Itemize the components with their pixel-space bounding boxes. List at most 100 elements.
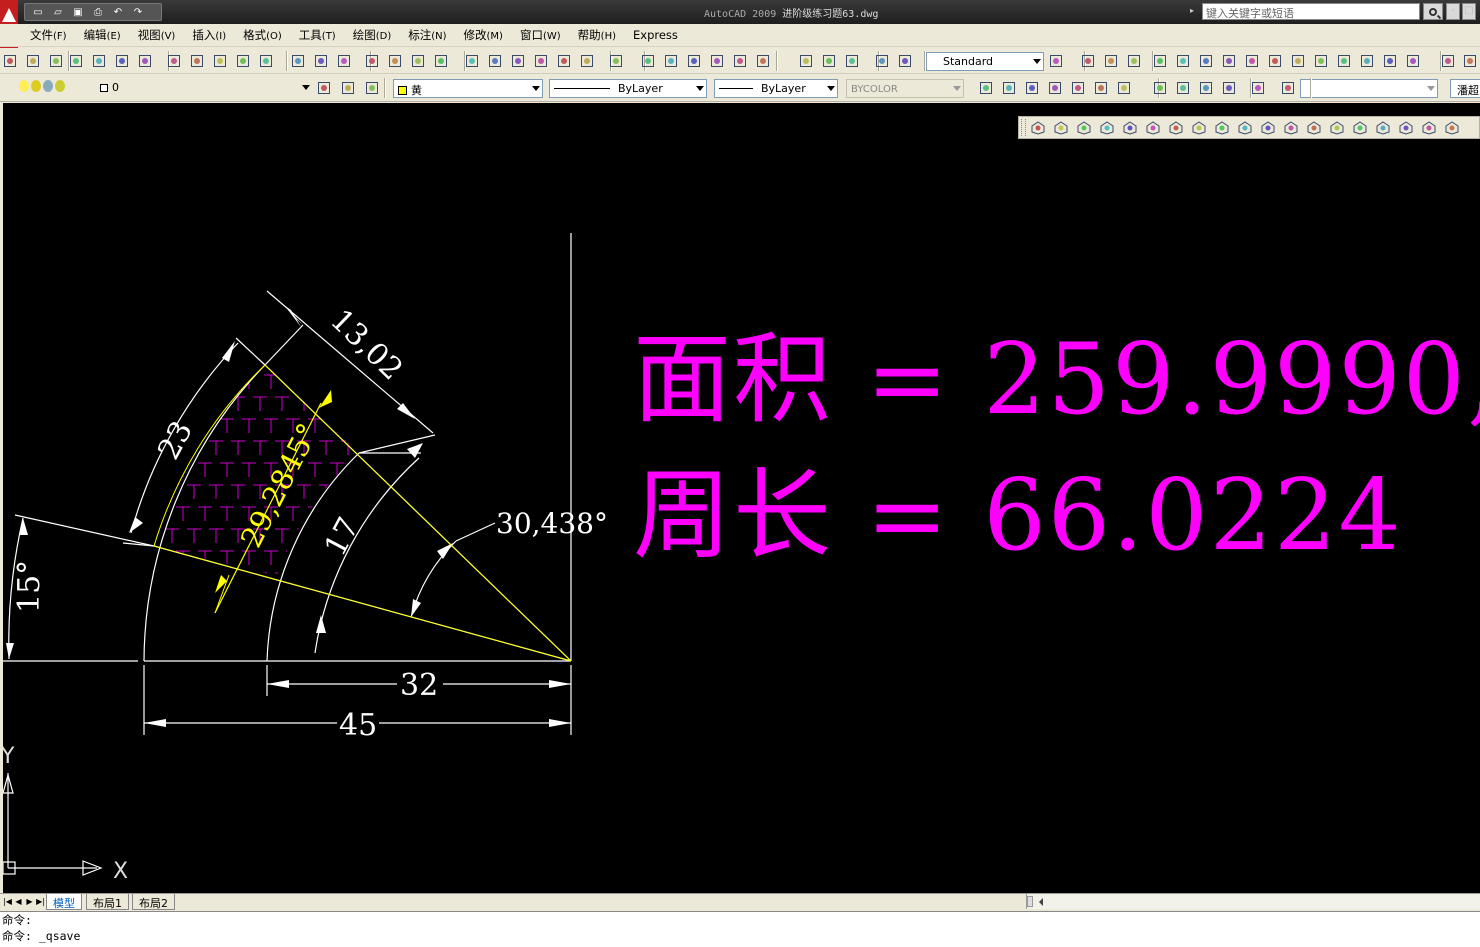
- tab-layout1[interactable]: 布局1: [86, 894, 129, 910]
- wedge-icon[interactable]: [1053, 120, 1069, 136]
- view-icon[interactable]: [1024, 80, 1040, 96]
- menu-help[interactable]: 帮助(H): [578, 27, 616, 43]
- new-file-icon[interactable]: ▭: [29, 5, 47, 19]
- tab-first-icon[interactable]: |◀: [2, 896, 13, 908]
- match-icon[interactable]: [709, 53, 725, 69]
- subtract-icon[interactable]: [1352, 120, 1368, 136]
- design-center-icon[interactable]: [410, 53, 426, 69]
- properties-icon[interactable]: [387, 53, 403, 69]
- redo-icon[interactable]: [1382, 53, 1398, 69]
- plot-icon[interactable]: [68, 53, 84, 69]
- drawing-canvas[interactable]: 13,02 23 17 30,438° 15° 32 45 Y X 29,284…: [3, 103, 1480, 893]
- save-icon[interactable]: [533, 53, 549, 69]
- render-icon[interactable]: [1001, 80, 1017, 96]
- helix-icon[interactable]: [1191, 120, 1207, 136]
- zoom-icon[interactable]: [821, 53, 837, 69]
- menu-file[interactable]: 文件(F): [30, 27, 67, 43]
- new-icon[interactable]: [487, 53, 503, 69]
- intersect-icon[interactable]: [1375, 120, 1391, 136]
- undo-icon[interactable]: [732, 53, 748, 69]
- copy-icon[interactable]: [166, 53, 182, 69]
- shade-icon[interactable]: [978, 80, 994, 96]
- layer-manager-icon[interactable]: [1152, 80, 1168, 96]
- lock-icon[interactable]: [43, 80, 53, 92]
- planar-icon[interactable]: [1214, 120, 1230, 136]
- search-button[interactable]: [1423, 3, 1443, 20]
- redo-icon[interactable]: ↷: [129, 5, 147, 19]
- scroll-left-icon[interactable]: [1039, 898, 1043, 906]
- tool-palette-icon[interactable]: [433, 53, 449, 69]
- box-icon[interactable]: [1030, 120, 1046, 136]
- orbit3d-icon[interactable]: [1398, 120, 1414, 136]
- save-icon[interactable]: [1175, 53, 1191, 69]
- sphere-icon[interactable]: [1099, 120, 1115, 136]
- undo-icon[interactable]: [1359, 53, 1375, 69]
- paste-icon[interactable]: [189, 53, 205, 69]
- cylinder-icon[interactable]: [1122, 120, 1138, 136]
- camera-icon[interactable]: [1070, 80, 1086, 96]
- view-select[interactable]: [1300, 79, 1438, 98]
- cone-icon[interactable]: [1076, 120, 1092, 136]
- paste-icon[interactable]: [1313, 53, 1329, 69]
- design-center-icon[interactable]: [1048, 53, 1064, 69]
- help-search-input[interactable]: 键入关键字或短语: [1202, 3, 1420, 20]
- plot-icon[interactable]: [556, 53, 572, 69]
- redo-icon[interactable]: [755, 53, 771, 69]
- tab-model[interactable]: 模型: [46, 894, 82, 910]
- zoom-window-icon[interactable]: [844, 53, 860, 69]
- menu-window[interactable]: 窗口(W): [520, 27, 561, 43]
- layer-states-icon[interactable]: [364, 80, 380, 96]
- scroll-thumb[interactable]: [1027, 896, 1033, 907]
- layer-manager-icon[interactable]: [316, 80, 332, 96]
- revolve-icon[interactable]: [1283, 120, 1299, 136]
- tab-last-icon[interactable]: ▶|: [35, 896, 46, 908]
- lineweight-select[interactable]: ByLayer: [714, 79, 838, 98]
- save-icon[interactable]: [48, 53, 64, 69]
- linetype-select[interactable]: ByLayer: [549, 79, 707, 98]
- preview-icon[interactable]: [1221, 53, 1237, 69]
- render-icon[interactable]: [1250, 80, 1266, 96]
- tab-prev-icon[interactable]: ◀: [13, 896, 24, 908]
- walk-icon[interactable]: [1093, 80, 1109, 96]
- print-icon[interactable]: ⎙: [89, 5, 107, 19]
- help-icon[interactable]: [464, 53, 480, 69]
- open-icon[interactable]: [1152, 53, 1168, 69]
- workspace-label[interactable]: 潘超: [1450, 79, 1480, 98]
- open-icon[interactable]: [510, 53, 526, 69]
- cut-icon[interactable]: [640, 53, 656, 69]
- menu-modify[interactable]: 修改(M): [464, 27, 503, 43]
- preview-icon[interactable]: [579, 53, 595, 69]
- publish-icon[interactable]: [114, 53, 130, 69]
- pan-icon[interactable]: [1405, 53, 1421, 69]
- plot-icon[interactable]: [1198, 53, 1214, 69]
- orbit-icon[interactable]: [1047, 80, 1063, 96]
- loft-icon[interactable]: [1260, 120, 1276, 136]
- plot-icon[interactable]: [55, 80, 65, 92]
- zoom-window-icon[interactable]: [1462, 53, 1478, 69]
- match-icon[interactable]: [212, 53, 228, 69]
- layer-prev-icon[interactable]: [340, 80, 356, 96]
- search-expand-icon[interactable]: ▸: [1190, 6, 1194, 15]
- torus-icon[interactable]: [1145, 120, 1161, 136]
- zoom-icon[interactable]: [313, 53, 329, 69]
- union-icon[interactable]: [1329, 120, 1345, 136]
- layer-select[interactable]: 0: [96, 79, 312, 98]
- menu-tools[interactable]: 工具(T): [299, 27, 336, 43]
- help-icon[interactable]: [1103, 53, 1119, 69]
- box-icon[interactable]: [1421, 120, 1437, 136]
- zoom-prev-icon[interactable]: [364, 53, 380, 69]
- undo-icon[interactable]: ↶: [109, 5, 127, 19]
- toolbar-grip[interactable]: [1021, 119, 1026, 136]
- cut-icon[interactable]: [1267, 53, 1283, 69]
- publish-icon[interactable]: [608, 53, 624, 69]
- wedge-icon[interactable]: [1444, 120, 1460, 136]
- material-icon[interactable]: [1116, 80, 1132, 96]
- lightbulb-icon[interactable]: [19, 80, 29, 92]
- zoom-icon[interactable]: [1440, 53, 1456, 69]
- match-icon[interactable]: [1336, 53, 1352, 69]
- extrude-icon[interactable]: [1237, 120, 1253, 136]
- layer-prev-icon[interactable]: [1175, 80, 1191, 96]
- tab-next-icon[interactable]: ▶: [24, 896, 35, 908]
- paste-icon[interactable]: [686, 53, 702, 69]
- open-icon[interactable]: [25, 53, 41, 69]
